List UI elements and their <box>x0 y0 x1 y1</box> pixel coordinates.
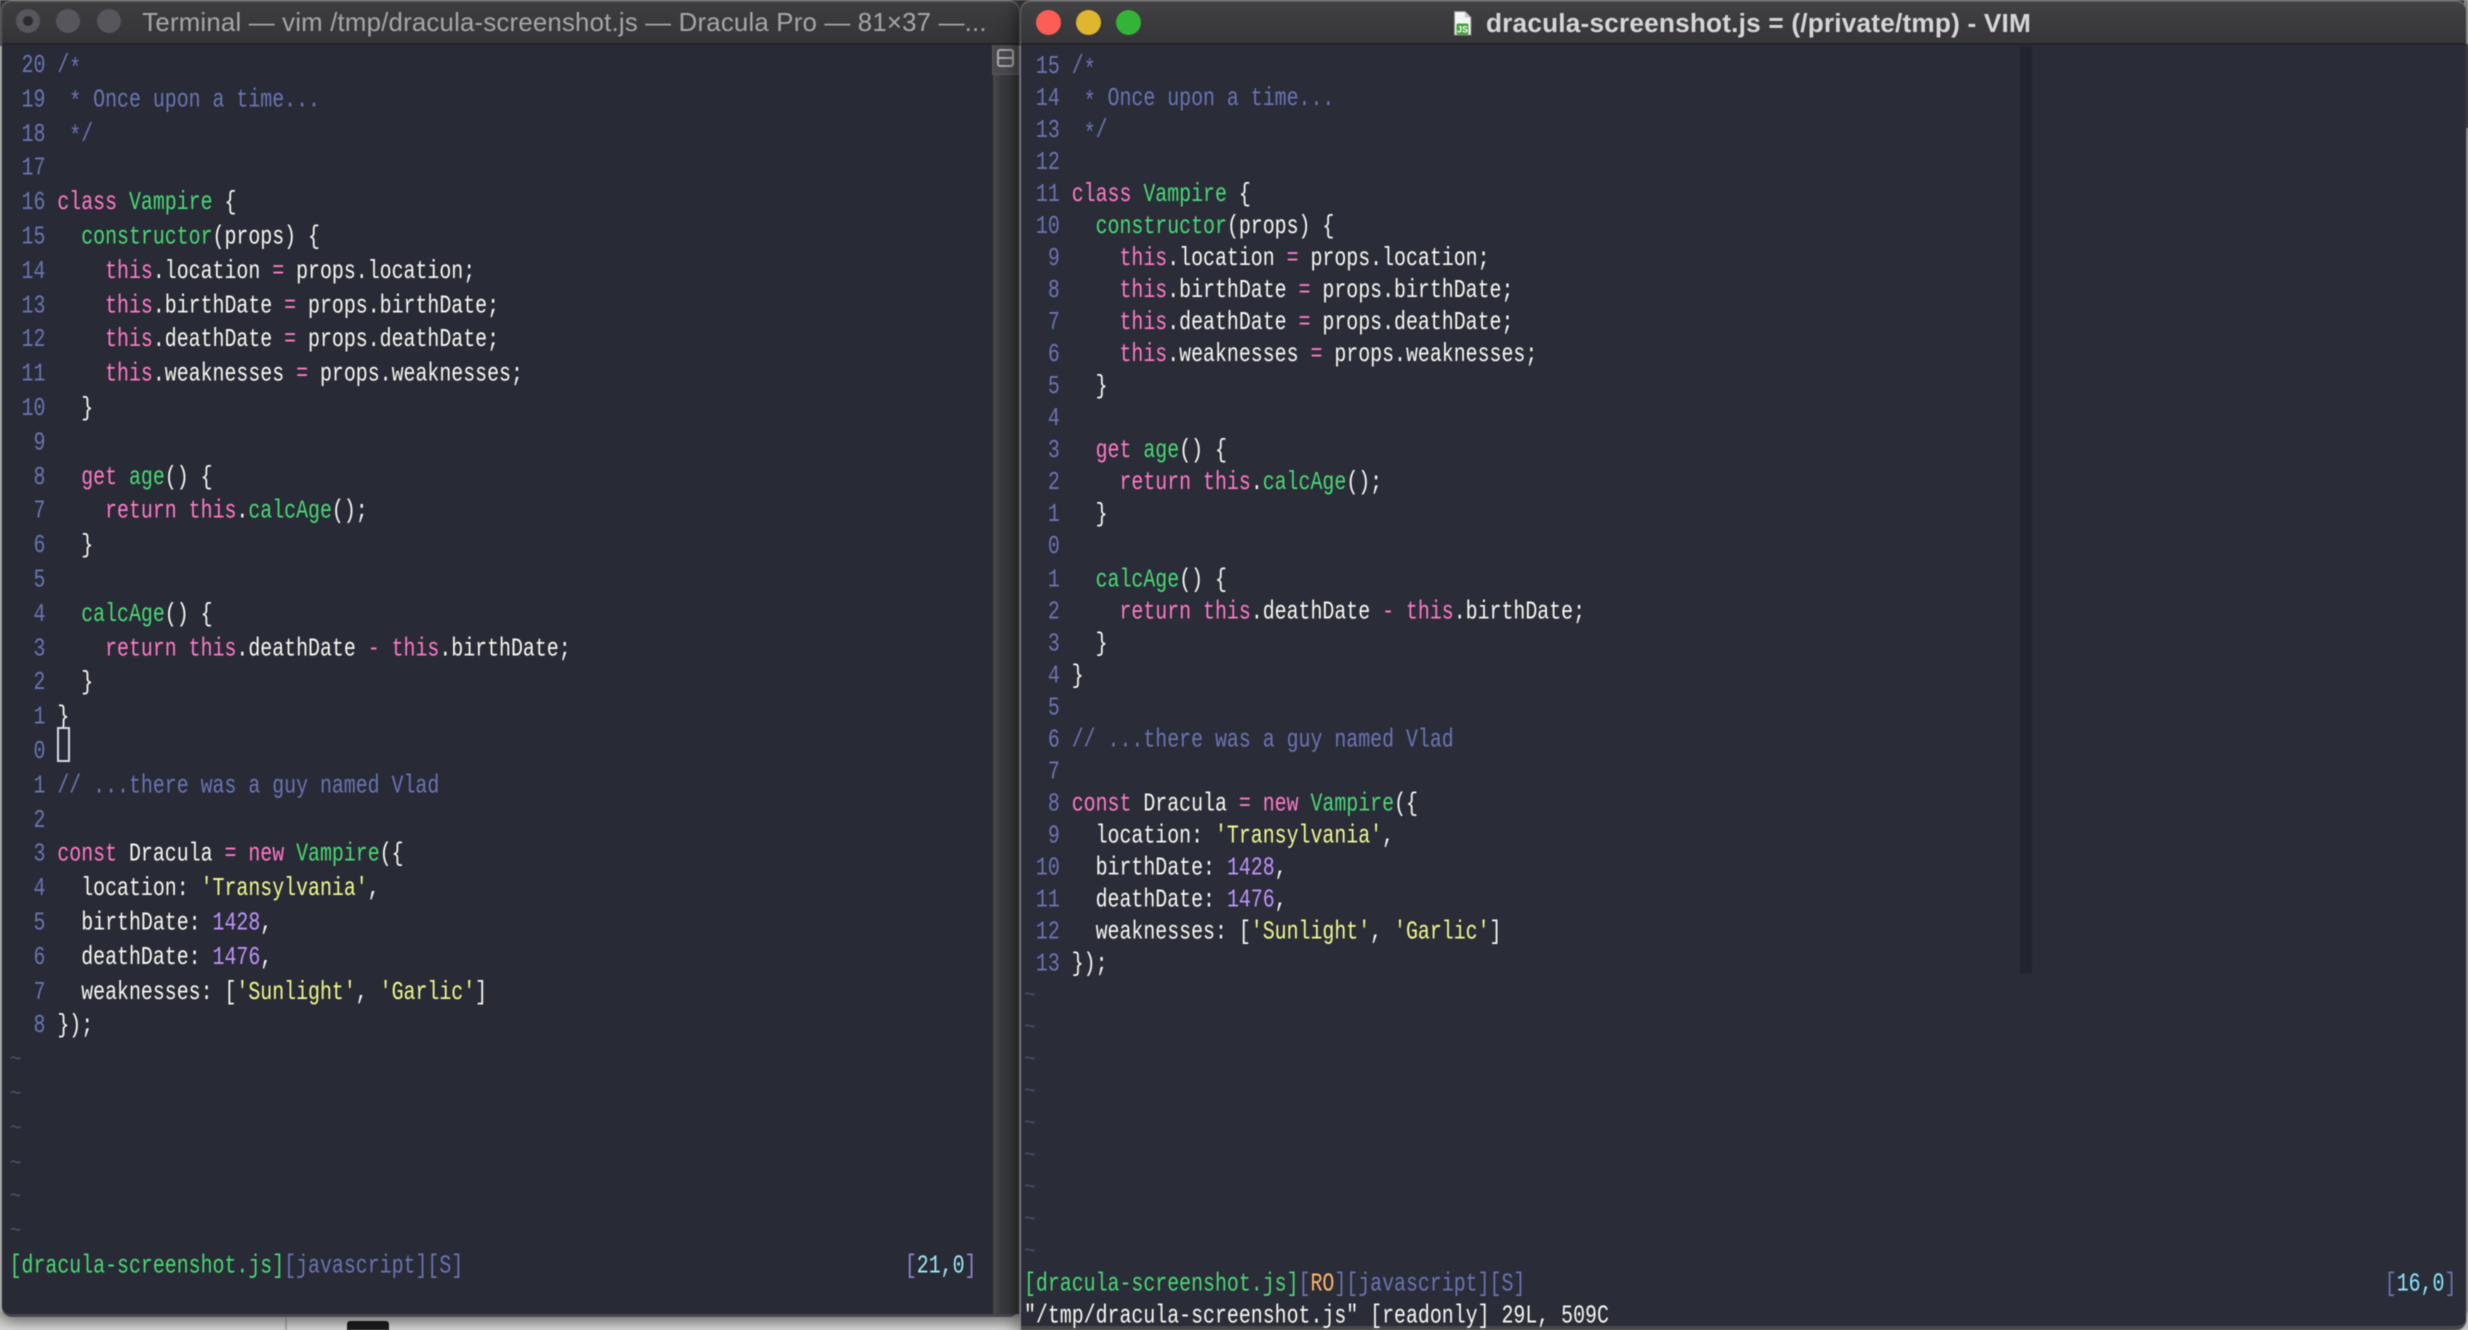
svg-text:JS: JS <box>1457 24 1468 34</box>
